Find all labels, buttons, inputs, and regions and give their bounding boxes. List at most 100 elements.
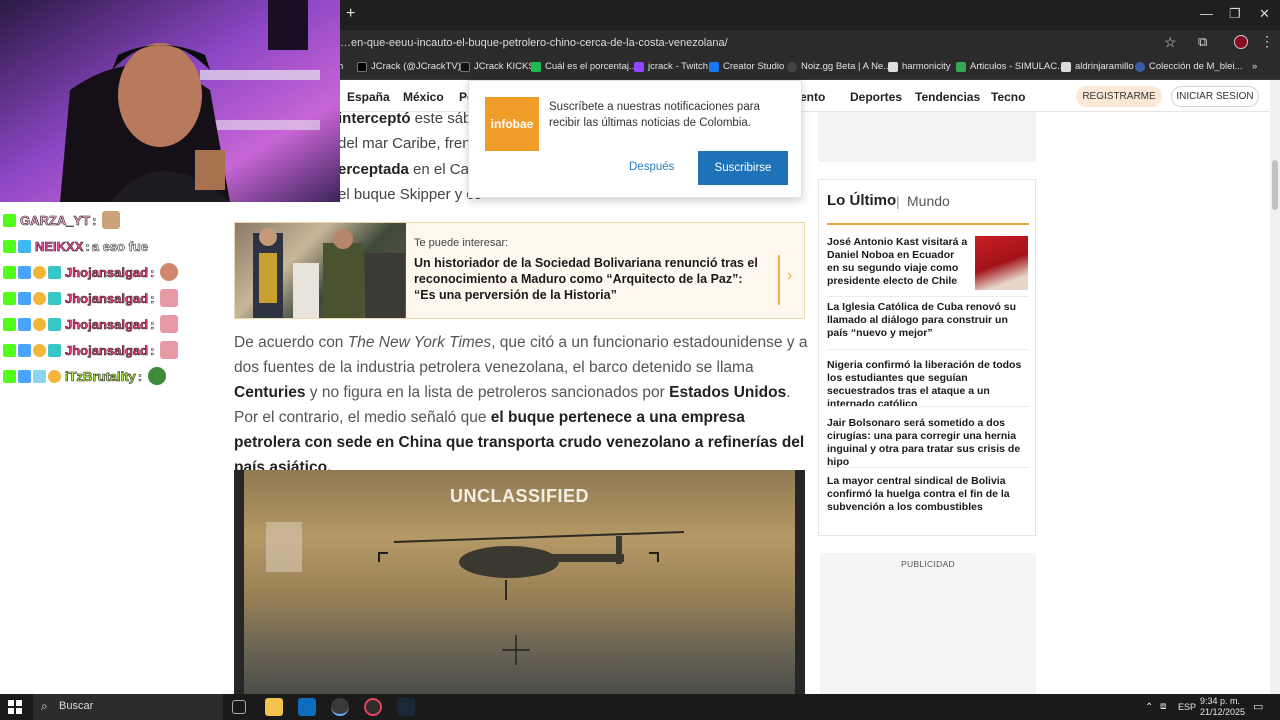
x-icon — [357, 61, 367, 72]
menu-kebab-icon[interactable]: ⋮ — [1260, 33, 1274, 50]
webcam-overlay — [0, 0, 340, 202]
latest-item[interactable]: Jair Bolsonaro será sometido a dos cirug… — [827, 417, 1031, 469]
language-indicator[interactable]: ESP — [1178, 702, 1196, 712]
subscribe-button[interactable]: Suscribirse — [698, 151, 788, 185]
noiz-icon — [787, 61, 797, 72]
article-lead-line: erceptada en el Cari — [338, 161, 478, 178]
chevron-right-icon[interactable]: › — [787, 267, 792, 285]
bookmark-item[interactable]: Articulos - SIMULAC... — [956, 61, 1065, 72]
url-field[interactable]: …en-que-eeuu-incauto-el-buque-petrolero-… — [340, 37, 728, 49]
sub-badge-icon — [48, 343, 61, 357]
chat-message: Jhojansalgad: — [3, 262, 179, 282]
sub-badge-icon — [48, 291, 61, 305]
notifications-icon[interactable]: ▭ — [1253, 700, 1263, 713]
bookmark-item[interactable]: Noiz.gg Beta | A Ne... — [787, 61, 891, 72]
network-icon[interactable]: ⧈ — [1160, 701, 1166, 712]
outlook-icon[interactable] — [298, 698, 316, 716]
bookmark-item[interactable]: JCrack KICKS — [460, 61, 535, 72]
chat-message: NEIKXX: a eso fue — [3, 236, 148, 256]
obs-icon[interactable] — [364, 698, 382, 716]
facebook-icon — [709, 61, 719, 72]
minimize-icon[interactable]: — — [1200, 6, 1213, 21]
bookmark-item[interactable]: jcrack - Twitch — [634, 61, 708, 72]
bookmark-item[interactable]: aldrinjaramillo — [1061, 61, 1134, 72]
chat-message: Jhojansalgad: — [3, 314, 179, 334]
infobae-logo: infobae — [485, 97, 539, 151]
bookmark-star-icon[interactable]: ☆ — [1164, 34, 1177, 51]
recommended-thumbnail — [235, 223, 406, 318]
article-lead-line: el buque Skipper y co — [338, 186, 483, 203]
windows-start-icon[interactable] — [8, 700, 22, 714]
kick-badge-icon — [3, 291, 16, 305]
nav-item-mexico[interactable]: México — [403, 90, 444, 104]
taskbar-search[interactable]: ⌕ Buscar — [33, 694, 223, 720]
chrome-icon[interactable] — [331, 698, 349, 716]
kick-badge-icon — [3, 265, 16, 279]
nav-item-espana[interactable]: España — [347, 90, 390, 104]
sword-badge-icon — [18, 291, 31, 305]
emote-icon — [160, 341, 179, 359]
nav-item-tendencias[interactable]: Tendencias — [915, 90, 980, 104]
login-button[interactable]: INICIAR SESION — [1171, 86, 1259, 107]
bookmark-item[interactable]: Colección de M_blei... — [1135, 61, 1242, 72]
bookmarks-overflow-icon[interactable]: » — [1252, 61, 1257, 72]
latest-item-thumbnail[interactable] — [975, 236, 1028, 290]
tray-chevron-icon[interactable]: ⌃ — [1145, 702, 1153, 713]
latest-section[interactable]: Mundo — [907, 193, 950, 209]
video-frame: UNCLASSIFIED — [244, 470, 795, 694]
bookmark-item[interactable]: Creator Studio — [709, 61, 784, 72]
latest-divider — [827, 349, 1029, 350]
twitch-icon — [634, 61, 644, 72]
nav-item-deportes[interactable]: Deportes — [850, 90, 902, 104]
new-tab-button[interactable]: + — [346, 5, 355, 23]
emote-icon — [160, 315, 179, 333]
chat-message: Jhojansalgad: — [3, 288, 179, 308]
advertisement-label: PUBLICIDAD — [900, 559, 955, 569]
file-explorer-icon[interactable] — [265, 698, 283, 716]
latest-title: Lo Último — [827, 192, 897, 209]
page-icon — [888, 61, 898, 72]
bookmark-item[interactable]: harmonicity — [888, 61, 951, 72]
latest-rule — [827, 223, 1029, 225]
recommended-article-card[interactable]: Te puede interesar: Un historiador de la… — [234, 222, 805, 319]
site-icon — [1135, 61, 1145, 72]
sword-badge-icon — [18, 265, 31, 279]
latest-divider — [827, 467, 1029, 468]
notification-text: Suscríbete a nuestras notificaciones par… — [549, 101, 760, 129]
nav-item-tecno[interactable]: Tecno — [991, 90, 1025, 104]
latest-divider — [827, 406, 1029, 407]
bookmark-item[interactable]: JCrack (@JCrackTV)... — [357, 61, 469, 72]
search-icon: ⌕ — [41, 699, 48, 713]
latest-item[interactable]: La mayor central sindical de Bolivia con… — [827, 475, 1031, 514]
streamer-webcam-image — [0, 0, 340, 202]
close-icon[interactable]: ✕ — [1259, 6, 1270, 22]
extensions-icon[interactable]: ⧉ — [1198, 34, 1207, 50]
bookmark-item[interactable]: Cuál es el porcentaj... — [531, 61, 637, 72]
latest-item[interactable]: La Iglesia Católica de Cuba renovó su ll… — [827, 301, 1031, 340]
article-video[interactable]: UNCLASSIFIED — [234, 470, 805, 694]
advertisement-box: PUBLICIDAD — [820, 553, 1036, 694]
scrollbar-thumb[interactable] — [1272, 160, 1278, 210]
chat-message: iTzBrutality: — [3, 366, 167, 386]
latest-item[interactable]: José Antonio Kast visitará a Daniel Nobo… — [827, 236, 969, 288]
profile-avatar[interactable] — [1234, 35, 1248, 49]
kick-badge-icon — [3, 343, 16, 357]
latest-item[interactable]: Nigeria confirmó la liberación de todos … — [827, 359, 1031, 411]
register-button[interactable]: REGISTRARME — [1076, 86, 1162, 107]
recommended-kicker: Te puede interesar: — [414, 237, 509, 249]
clock-date[interactable]: 21/12/2025 — [1200, 707, 1245, 717]
steam-icon[interactable] — [397, 698, 415, 716]
task-view-icon[interactable] — [232, 700, 246, 714]
later-button[interactable]: Después — [629, 161, 674, 173]
diamond-badge-icon — [18, 239, 31, 253]
recommended-title[interactable]: Un historiador de la Sociedad Bolivarian… — [414, 255, 764, 303]
sword-badge-icon — [18, 317, 31, 331]
drive-icon — [956, 61, 966, 72]
clock-time[interactable]: 9:34 p. m. — [1200, 696, 1240, 706]
coin-badge-icon — [33, 265, 46, 279]
sub-badge-icon — [48, 317, 61, 331]
coin-badge-icon — [33, 291, 46, 305]
page-scrollbar[interactable] — [1270, 80, 1280, 694]
windows-taskbar: ⌕ Buscar ⌃ ⧈ ESP 9:34 p. m. 21/12/2025 ▭ — [0, 694, 1280, 720]
restore-icon[interactable]: ❐ — [1229, 6, 1241, 22]
